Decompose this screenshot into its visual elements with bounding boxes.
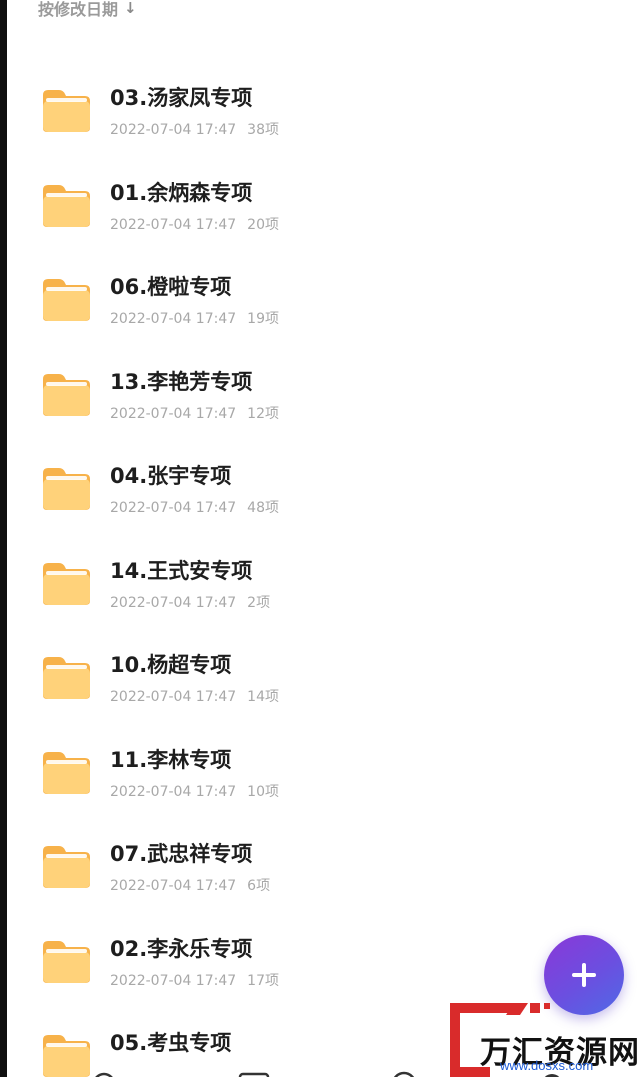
folder-row[interactable]: 11.李林专项 2022-07-04 17:47 10项 (0, 732, 638, 827)
folder-name: 14.王式安专项 (110, 558, 253, 583)
folder-count: 14项 (247, 689, 279, 705)
folder-icon (43, 751, 90, 794)
watermark-url: www.dosxs.com (500, 1058, 594, 1073)
folder-name: 03.汤家凤专项 (110, 86, 253, 110)
folder-meta: 2022-07-04 17:47 14项 (110, 686, 279, 706)
sort-down-arrow-icon: ↓ (124, 0, 137, 17)
folder-name: 02.李永乐专项 (110, 936, 253, 961)
folder-icon (43, 373, 90, 416)
folder-meta: 2022-07-04 17:47 6项 (110, 875, 270, 895)
folder-icon (43, 279, 90, 321)
folder-row[interactable]: 13.李艳芳专项 2022-07-04 17:47 12项 (0, 354, 638, 449)
folder-date: 2022-07-04 17:47 (110, 972, 237, 989)
folder-date: 2022-07-04 17:47 (110, 405, 237, 422)
folder-icon (43, 940, 90, 983)
folder-icon (43, 468, 90, 510)
folder-count: 19项 (247, 311, 279, 327)
folder-count: 20项 (247, 216, 279, 233)
folder-row[interactable]: 07.武忠祥专项 2022-07-04 17:47 6项 (0, 826, 638, 921)
folder-meta: 2022-07-04 17:47 10项 (110, 781, 279, 801)
folder-meta: 2022-07-04 17:47 20项 (110, 214, 279, 234)
folder-icon (43, 184, 90, 227)
folder-meta: 2022-07-04 17:47 19项 (110, 308, 279, 328)
folder-row[interactable]: 06.橙啦专项 2022-07-04 17:47 19项 (0, 259, 638, 354)
folder-name: 13.李艳芳专项 (110, 369, 253, 394)
plus-icon (572, 963, 596, 987)
folder-date: 2022-07-04 17:47 (110, 500, 237, 516)
folder-row[interactable]: 04.张宇专项 2022-07-04 17:47 48项 (0, 448, 638, 543)
folder-meta: 2022-07-04 17:47 12项 (110, 403, 279, 423)
folder-count: 10项 (247, 783, 279, 800)
folder-row[interactable]: 14.王式安专项 2022-07-04 17:47 2项 (0, 543, 638, 638)
folder-icon (43, 90, 90, 132)
folder-count: 48项 (247, 500, 279, 516)
folder-icon (43, 657, 90, 699)
folder-icon (43, 562, 90, 605)
folder-meta: 2022-07-04 17:47 38项 (110, 119, 279, 139)
sort-label: 按修改日期 (38, 0, 119, 19)
folder-date: 2022-07-04 17:47 (110, 878, 237, 894)
folder-name: 10.杨超专项 (110, 653, 232, 677)
folder-row[interactable]: 01.余炳森专项 2022-07-04 17:47 20项 (0, 165, 638, 260)
folder-icon (43, 846, 90, 888)
folder-date: 2022-07-04 17:47 (110, 216, 237, 233)
folder-date: 2022-07-04 17:47 (110, 311, 237, 327)
folder-row[interactable]: 03.汤家凤专项 2022-07-04 17:47 38项 (0, 70, 638, 165)
folder-date: 2022-07-04 17:47 (110, 594, 237, 611)
watermark: 万汇资源网 www.dosxs.com (450, 1001, 638, 1077)
folder-name: 11.李林专项 (110, 747, 232, 772)
folder-date: 2022-07-04 17:47 (110, 689, 237, 705)
folder-date: 2022-07-04 17:47 (110, 122, 237, 138)
folder-meta: 2022-07-04 17:47 17项 (110, 970, 279, 990)
folder-date: 2022-07-04 17:47 (110, 783, 237, 800)
folder-name: 07.武忠祥专项 (110, 842, 253, 866)
nav-explore-icon[interactable] (393, 1071, 415, 1077)
folder-count: 2项 (247, 594, 271, 611)
folder-count: 38项 (247, 122, 279, 138)
folder-name: 04.张宇专项 (110, 464, 232, 488)
folder-name: 06.橙啦专项 (110, 275, 232, 299)
folder-count: 12项 (247, 405, 279, 422)
folder-meta: 2022-07-04 17:47 2项 (110, 592, 270, 612)
folder-name: 01.余炳森专项 (110, 180, 253, 205)
folder-list: 03.汤家凤专项 2022-07-04 17:47 38项 01.余炳森专项 20… (0, 70, 638, 1077)
folder-meta: 2022-07-04 17:47 48项 (110, 497, 279, 517)
folder-row[interactable]: 10.杨超专项 2022-07-04 17:47 14项 (0, 637, 638, 732)
sort-selector[interactable]: 按修改日期 ↓ (38, 0, 137, 20)
folder-count: 6项 (247, 878, 271, 894)
folder-name: 05.考虫专项 (110, 1031, 232, 1055)
folder-count: 17项 (247, 972, 279, 989)
